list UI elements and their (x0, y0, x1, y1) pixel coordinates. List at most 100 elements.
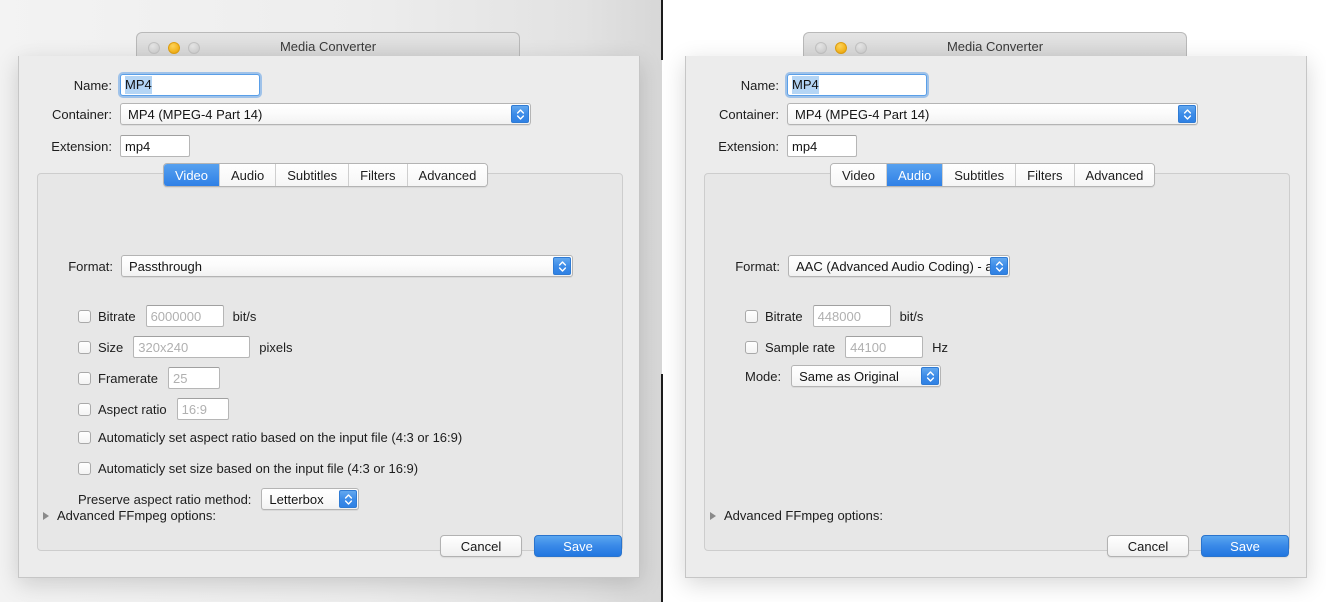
video-framerate-input[interactable]: 25 (167, 367, 220, 389)
extension-input[interactable]: mp4 (120, 135, 190, 157)
tab-video[interactable]: Video (164, 164, 221, 186)
video-preserve-label: Preserve aspect ratio method: (78, 491, 252, 507)
chevron-updown-icon (511, 105, 529, 123)
video-preserve-value: Letterbox (269, 491, 324, 507)
right-advanced-ffmpeg-label: Advanced FFmpeg options: (724, 508, 883, 523)
chevron-updown-icon (553, 257, 571, 275)
tab-video[interactable]: Video (831, 164, 888, 186)
video-framerate-label: Framerate (98, 370, 158, 386)
video-size-input[interactable]: 320x240 (133, 336, 251, 358)
left-advanced-ffmpeg-disclosure[interactable]: Advanced FFmpeg options: (43, 508, 216, 523)
right-advanced-ffmpeg-disclosure[interactable]: Advanced FFmpeg options: (710, 508, 883, 523)
video-bitrate-placeholder: 6000000 (150, 308, 202, 324)
chevron-updown-icon (990, 257, 1008, 275)
left-tabbar: Video Audio Subtitles Filters Advanced (163, 163, 489, 187)
container-label: Container: (52, 106, 112, 122)
audio-bitrate-label: Bitrate (765, 308, 803, 324)
name-input-value: MP4 (125, 76, 152, 94)
audio-samplerate-row: Sample rate 44100 Hz (745, 336, 948, 358)
container-select[interactable]: MP4 (MPEG-4 Part 14) (120, 103, 531, 125)
audio-bitrate-input[interactable]: 448000 (812, 305, 891, 327)
audio-mode-value: Same as Original (799, 368, 899, 384)
tab-subtitles[interactable]: Subtitles (276, 164, 350, 186)
video-aspect-input[interactable]: 16:9 (176, 398, 229, 420)
video-framerate-row: Framerate 25 (78, 367, 220, 389)
tab-advanced[interactable]: Advanced (407, 164, 488, 186)
chevron-updown-icon (339, 490, 358, 508)
chevron-updown-icon (921, 367, 940, 385)
video-auto-aspect-checkbox[interactable] (78, 431, 91, 444)
video-bitrate-input[interactable]: 6000000 (145, 305, 224, 327)
disclosure-triangle-icon (710, 511, 716, 520)
audio-samplerate-input[interactable]: 44100 (845, 336, 924, 358)
tab-subtitles[interactable]: Subtitles (943, 164, 1017, 186)
video-preserve-select[interactable]: Letterbox (261, 488, 360, 510)
audio-mode-row: Mode: Same as Original (745, 365, 942, 387)
video-framerate-placeholder: 25 (172, 370, 188, 386)
chevron-updown-icon (1178, 105, 1196, 123)
container-label: Container: (719, 106, 779, 122)
video-size-label: Size (98, 339, 124, 355)
right-tabbar: Video Audio Subtitles Filters Advanced (830, 163, 1156, 187)
container-select-value: MP4 (MPEG-4 Part 14) (128, 106, 263, 122)
tab-filters[interactable]: Filters (349, 164, 408, 186)
disclosure-triangle-icon (43, 511, 49, 520)
screenshot-root: Media Converter Name: MP4 Container: MP4… (0, 0, 1326, 602)
audio-samplerate-unit: Hz (932, 339, 948, 355)
audio-mode-label: Mode: (745, 368, 782, 384)
video-aspect-placeholder: 16:9 (181, 401, 207, 417)
extension-input[interactable]: mp4 (787, 135, 857, 157)
left-dialog-sheet: Name: MP4 Container: MP4 (MPEG-4 Part 14… (18, 56, 640, 578)
audio-format-select[interactable]: AAC (Advanced Audio Coding) - aac (788, 255, 1010, 277)
left-extension-row: Extension: mp4 (19, 135, 279, 157)
audio-format-value: AAC (Advanced Audio Coding) - aac (796, 258, 1007, 274)
video-auto-size-checkbox[interactable] (78, 462, 91, 475)
video-size-checkbox[interactable] (78, 340, 91, 354)
video-format-select[interactable]: Passthrough (121, 255, 573, 277)
name-input-value: MP4 (792, 76, 819, 94)
audio-mode-select[interactable]: Same as Original (791, 365, 942, 387)
tab-audio[interactable]: Audio (220, 164, 277, 186)
video-auto-aspect-row[interactable]: Automaticly set aspect ratio based on th… (78, 430, 462, 445)
name-label: Name: (740, 77, 779, 93)
right-cancel-button[interactable]: Cancel (1107, 535, 1189, 557)
extension-label: Extension: (51, 138, 112, 154)
container-select-value: MP4 (MPEG-4 Part 14) (795, 106, 930, 122)
extension-input-value: mp4 (792, 138, 818, 154)
left-name-row: Name: MP4 (19, 74, 269, 96)
name-input[interactable]: MP4 (787, 74, 927, 96)
tab-audio[interactable]: Audio (887, 164, 944, 186)
audio-samplerate-checkbox[interactable] (745, 340, 758, 354)
tab-advanced[interactable]: Advanced (1074, 164, 1155, 186)
right-extension-row: Extension: mp4 (686, 135, 946, 157)
audio-bitrate-placeholder: 448000 (817, 308, 861, 324)
left-cancel-button[interactable]: Cancel (440, 535, 522, 557)
left-tab-content: Format: Passthrough Bitrate 6000000 bit/… (37, 173, 623, 551)
video-size-row: Size 320x240 pixels (78, 336, 293, 358)
video-framerate-checkbox[interactable] (78, 371, 91, 385)
audio-samplerate-label: Sample rate (765, 339, 836, 355)
container-select[interactable]: MP4 (MPEG-4 Part 14) (787, 103, 1198, 125)
video-size-unit: pixels (259, 339, 293, 355)
video-size-placeholder: 320x240 (138, 339, 189, 355)
right-tab-content: Format: AAC (Advanced Audio Coding) - aa… (704, 173, 1290, 551)
left-container-row: Container: MP4 (MPEG-4 Part 14) (19, 103, 539, 125)
right-format-row: Format: AAC (Advanced Audio Coding) - aa… (705, 255, 1125, 277)
name-input[interactable]: MP4 (120, 74, 260, 96)
video-aspect-checkbox[interactable] (78, 402, 91, 416)
panel-divider-top (661, 0, 663, 60)
tab-filters[interactable]: Filters (1016, 164, 1075, 186)
right-save-button[interactable]: Save (1201, 535, 1289, 557)
audio-bitrate-unit: bit/s (899, 308, 924, 324)
video-bitrate-label: Bitrate (98, 308, 136, 324)
left-window-title: Media Converter (279, 39, 377, 54)
video-auto-size-row[interactable]: Automaticly set size based on the input … (78, 461, 418, 476)
extension-input-value: mp4 (125, 138, 151, 154)
video-bitrate-checkbox[interactable] (78, 309, 91, 323)
left-advanced-ffmpeg-label: Advanced FFmpeg options: (57, 508, 216, 523)
right-name-row: Name: MP4 (686, 74, 936, 96)
left-save-button[interactable]: Save (534, 535, 622, 557)
left-format-row: Format: Passthrough (38, 255, 583, 277)
video-format-value: Passthrough (129, 258, 202, 274)
audio-bitrate-checkbox[interactable] (745, 309, 758, 323)
